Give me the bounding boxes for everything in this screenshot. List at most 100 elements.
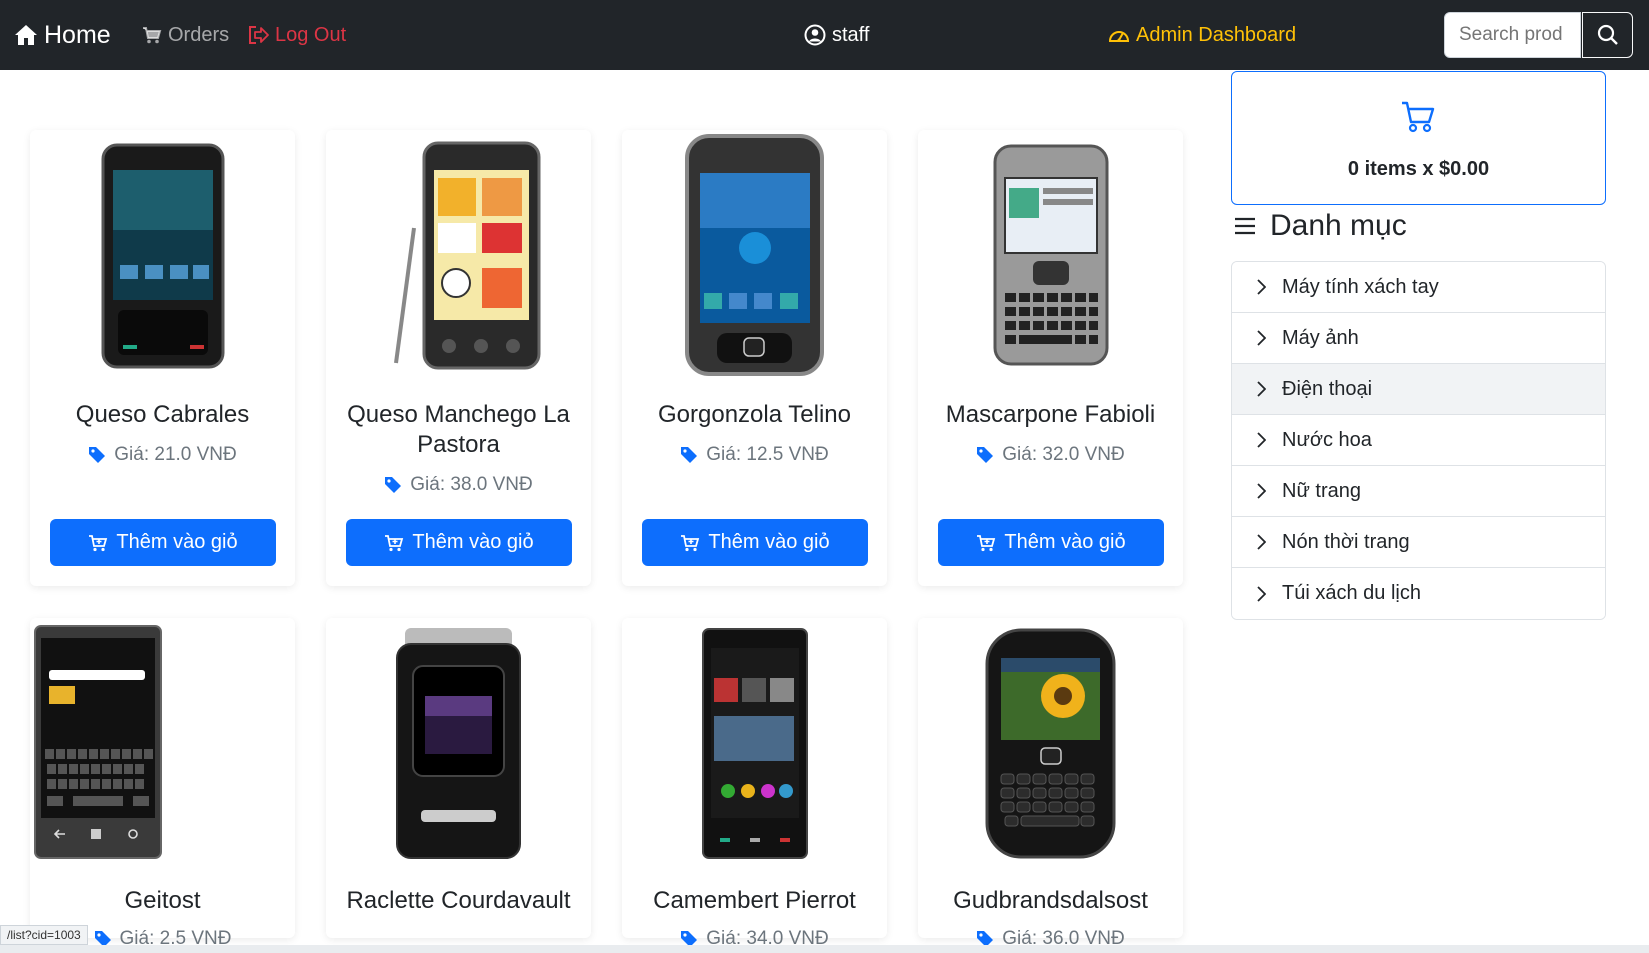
product-name[interactable]: Gorgonzola Telino [630, 400, 879, 430]
tag-icon [977, 447, 994, 463]
nav-home-label: Home [44, 20, 111, 49]
chevron-right-icon [1257, 279, 1266, 295]
nav-home-link[interactable]: Home [14, 0, 111, 70]
category-heading-label: Danh mục [1270, 209, 1407, 242]
nav-orders-link[interactable]: Orders [142, 0, 229, 70]
product-card: Gudbrandsdalsost Giá: 36.0 VNĐ [918, 618, 1183, 949]
product-image[interactable] [326, 618, 591, 868]
cart-summary-box[interactable]: 0 items x $0.00 [1231, 71, 1606, 205]
phone-image-blackberry-torch [685, 133, 824, 376]
phone-image-nokia-e71 [993, 144, 1108, 365]
product-image[interactable] [622, 618, 887, 868]
status-bar-url: /list?cid=1003 [0, 925, 88, 945]
chevron-right-icon [1257, 585, 1266, 602]
category-item-label: Nón thời trang [1282, 530, 1410, 553]
product-image[interactable] [326, 130, 591, 380]
search-button[interactable] [1582, 12, 1633, 58]
cart-icon [1402, 101, 1435, 133]
cart-plus-icon [89, 534, 108, 551]
add-to-cart-label: Thêm vào giỏ [116, 531, 238, 553]
phone-image-nokia-flip [396, 627, 521, 859]
product-card: Gorgonzola Telino Giá: 12.5 VNĐ Thêm vào… [622, 130, 887, 586]
product-image[interactable] [918, 130, 1183, 380]
nav-logout-label: Log Out [275, 23, 347, 46]
product-image[interactable] [622, 130, 887, 380]
search-icon [1597, 24, 1618, 45]
product-image[interactable] [918, 618, 1183, 868]
product-image[interactable] [30, 618, 295, 868]
product-price-label: Giá: 21.0 VNĐ [114, 444, 237, 465]
phone-image-blackberry-curve [985, 628, 1116, 858]
product-image[interactable] [30, 130, 295, 380]
add-to-cart-label: Thêm vào giỏ [412, 531, 534, 553]
nav-user-link[interactable]: staff [804, 0, 869, 70]
category-item-label: Điện thoại [1282, 377, 1373, 400]
category-item[interactable]: Máy tính xách tay [1232, 262, 1605, 313]
add-to-cart-button[interactable]: Thêm vào giỏ [642, 519, 868, 566]
category-item-label: Máy tính xách tay [1282, 275, 1439, 298]
category-item[interactable]: Nước hoa [1232, 415, 1605, 466]
chevron-right-icon [1257, 483, 1266, 499]
category-item[interactable]: Túi xách du lịch [1232, 568, 1605, 619]
chevron-right-icon [1257, 330, 1266, 346]
product-card: Camembert Pierrot Giá: 34.0 VNĐ [622, 618, 887, 949]
tag-icon [681, 447, 698, 463]
category-item-active[interactable]: Điện thoại [1232, 364, 1605, 415]
product-price: Giá: 38.0 VNĐ [326, 474, 591, 496]
logout-icon [249, 26, 269, 44]
phone-image-blackberry-storm [101, 143, 224, 369]
product-name[interactable]: Mascarpone Fabioli [926, 400, 1175, 430]
home-icon [15, 25, 37, 45]
cart-plus-icon [385, 534, 404, 551]
cart-plus-icon [977, 534, 996, 551]
phone-image-lg-cookie [393, 141, 540, 369]
category-item[interactable]: Máy ảnh [1232, 313, 1605, 364]
product-price-label: Giá: 38.0 VNĐ [410, 474, 533, 495]
product-card: Queso Manchego La Pastora Giá: 38.0 VNĐ … [326, 130, 591, 586]
tag-icon [89, 447, 106, 463]
add-to-cart-button[interactable]: Thêm vào giỏ [938, 519, 1164, 566]
speedometer-icon [1108, 31, 1130, 42]
add-to-cart-button[interactable]: Thêm vào giỏ [50, 519, 276, 566]
cart-plus-icon [681, 534, 700, 551]
product-card: Raclette Courdavault [326, 618, 591, 938]
add-to-cart-label: Thêm vào giỏ [1004, 531, 1126, 553]
chevron-right-icon [1257, 534, 1266, 550]
category-item-label: Nước hoa [1282, 428, 1372, 451]
phone-image-nokia-x6 [701, 627, 808, 859]
category-item[interactable]: Nữ trang [1232, 466, 1605, 517]
chevron-right-icon [1257, 432, 1266, 448]
search-input[interactable] [1444, 12, 1581, 58]
product-name[interactable]: Queso Manchego La Pastora [334, 400, 583, 460]
product-price: Giá: 32.0 VNĐ [918, 444, 1183, 466]
category-heading: Danh mục [1234, 204, 1407, 248]
product-price-label: Giá: 32.0 VNĐ [1002, 444, 1125, 465]
product-name[interactable]: Gudbrandsdalsost [926, 886, 1175, 916]
product-price-label: Giá: 12.5 VNĐ [706, 444, 829, 465]
nav-logout-link[interactable]: Log Out [247, 0, 346, 70]
product-name[interactable]: Geitost [38, 886, 287, 916]
product-card: Queso Cabrales Giá: 21.0 VNĐ Thêm vào gi… [30, 130, 295, 586]
category-item[interactable]: Nón thời trang [1232, 517, 1605, 568]
chevron-right-icon [1257, 381, 1266, 397]
nav-admin-link[interactable]: Admin Dashboard [1108, 0, 1296, 70]
product-name[interactable]: Camembert Pierrot [630, 886, 879, 916]
nav-orders-label: Orders [168, 23, 230, 46]
category-item-label: Nữ trang [1282, 479, 1361, 502]
category-item-label: Máy ảnh [1282, 326, 1359, 349]
cart-summary-text: 0 items x $0.00 [1347, 158, 1490, 180]
list-icon [1235, 217, 1255, 235]
nav-admin-label: Admin Dashboard [1136, 23, 1297, 46]
product-name[interactable]: Queso Cabrales [38, 400, 287, 430]
add-to-cart-label: Thêm vào giỏ [708, 531, 830, 553]
product-card: Mascarpone Fabioli Giá: 32.0 VNĐ Thêm và… [918, 130, 1183, 586]
add-to-cart-button[interactable]: Thêm vào giỏ [346, 519, 572, 566]
navbar: Home Orders Log Out staff Admin Dashboar… [0, 0, 1649, 70]
phone-image-windows-phone [34, 625, 162, 859]
category-item-label: Túi xách du lịch [1282, 582, 1421, 604]
category-list: Máy tính xách tay Máy ảnh Điện thoại Nướ… [1231, 261, 1606, 620]
window-bottom-edge [0, 945, 1649, 953]
product-name[interactable]: Raclette Courdavault [334, 886, 583, 916]
product-price: Giá: 12.5 VNĐ [622, 444, 887, 466]
product-card: Geitost Giá: 2.5 VNĐ [30, 618, 295, 949]
